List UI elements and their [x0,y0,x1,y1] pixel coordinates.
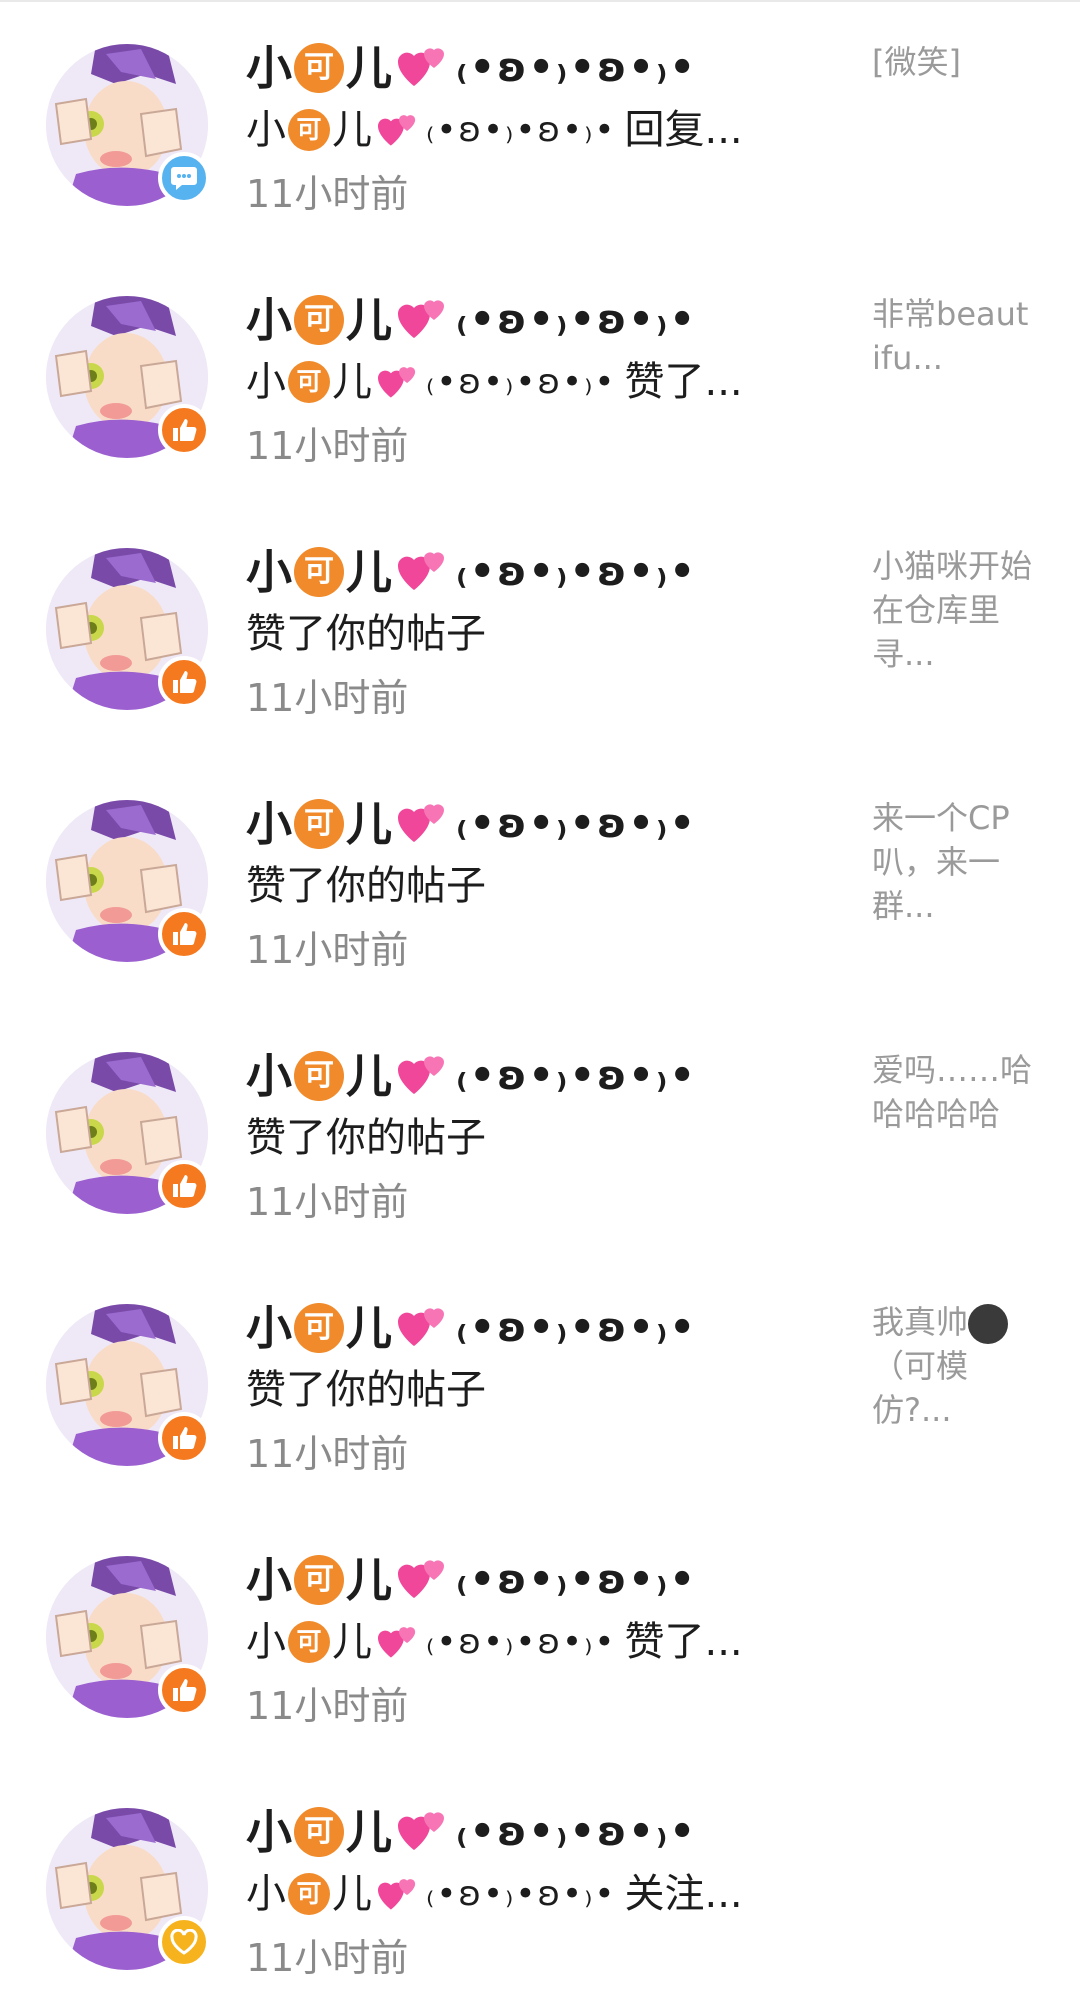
notification-item[interactable]: 小 可 儿 ₍•ʚ•₎•ʚ•₎• 赞了你的帖子 11小时前 我真帅（可模仿?..… [0,1260,1080,1512]
user-name[interactable]: 小 可 儿 ₍•ʚ•₎•ʚ•₎• [246,1044,836,1108]
avatar[interactable] [46,44,210,206]
user-name[interactable]: 小 可 儿 ₍•ʚ•₎•ʚ•₎• [246,1548,836,1612]
heart-emoji [376,109,422,151]
notification-item[interactable]: 小 可 儿 ₍•ʚ•₎•ʚ•₎• 小 可 儿 ₍•ʚ•₎•ʚ•₎• 回复... … [0,0,1080,252]
user-name[interactable]: 小 可 儿 ₍•ʚ•₎•ʚ•₎• [246,1296,836,1360]
notification-item[interactable]: 小 可 儿 ₍•ʚ•₎•ʚ•₎• 赞了你的帖子 11小时前 爱吗……哈哈哈哈哈 [0,1008,1080,1260]
heart-emoji [396,1806,452,1858]
name-badge: 可 [294,295,344,345]
notification-item[interactable]: 小 可 儿 ₍•ʚ•₎•ʚ•₎• 小 可 儿 ₍•ʚ•₎•ʚ•₎• 关注... … [0,1764,1080,2016]
avatar[interactable] [46,296,210,458]
avatar[interactable] [46,1556,210,1718]
heart-emoji [396,798,452,850]
name-badge: 可 [294,1555,344,1605]
heart-emoji [396,42,452,94]
heart-emoji [396,1050,452,1102]
notification-text: 赞了你的帖子 [246,863,486,909]
name-badge: 可 [294,547,344,597]
notification-text: 赞了你的帖子 [246,1115,486,1161]
notification-text: 小 可 儿 ₍•ʚ•₎•ʚ•₎• 赞了... [246,1619,743,1665]
post-preview[interactable]: 来一个CP叭，来一群... [872,796,1032,928]
name-badge: 可 [294,43,344,93]
name-badge: 可 [288,1621,330,1663]
user-name[interactable]: 小 可 儿 ₍•ʚ•₎•ʚ•₎• [246,792,836,856]
timestamp: 11小时前 [246,1432,409,1476]
post-preview[interactable]: [微笑] [872,40,1032,84]
notification-text: 赞了你的帖子 [246,611,486,657]
post-preview[interactable]: 爱吗……哈哈哈哈哈 [872,1048,1032,1136]
post-preview[interactable]: 小猫咪开始在仓库里寻... [872,544,1032,676]
thumbs-up-icon [158,656,210,708]
avatar[interactable] [46,1052,210,1214]
timestamp: 11小时前 [246,1936,409,1980]
notification-item[interactable]: 小 可 儿 ₍•ʚ•₎•ʚ•₎• 小 可 儿 ₍•ʚ•₎•ʚ•₎• 赞了... … [0,252,1080,504]
name-badge: 可 [294,1303,344,1353]
name-badge: 可 [294,1051,344,1101]
timestamp: 11小时前 [246,676,409,720]
timestamp: 11小时前 [246,1180,409,1224]
heart-emoji [396,1554,452,1606]
notification-item[interactable]: 小 可 儿 ₍•ʚ•₎•ʚ•₎• 小 可 儿 ₍•ʚ•₎•ʚ•₎• 赞了... … [0,1512,1080,1764]
thumbs-up-icon [158,404,210,456]
notification-item[interactable]: 小 可 儿 ₍•ʚ•₎•ʚ•₎• 赞了你的帖子 11小时前 小猫咪开始在仓库里寻… [0,504,1080,756]
avatar[interactable] [46,1304,210,1466]
thumbs-up-icon [158,1160,210,1212]
heart-emoji [376,1873,422,1915]
user-name[interactable]: 小 可 儿 ₍•ʚ•₎•ʚ•₎• [246,36,836,100]
thumbs-up-icon [158,1664,210,1716]
avatar[interactable] [46,548,210,710]
user-name[interactable]: 小 可 儿 ₍•ʚ•₎•ʚ•₎• [246,1800,836,1864]
heart-emoji [396,1302,452,1354]
heart-icon [158,1916,210,1968]
dark-smile-emoji [968,1304,1009,1344]
post-preview[interactable]: 非常beautifu... [872,292,1032,380]
heart-emoji [376,1621,422,1663]
notification-item[interactable]: 小 可 儿 ₍•ʚ•₎•ʚ•₎• 赞了你的帖子 11小时前 来一个CP叭，来一群… [0,756,1080,1008]
user-name[interactable]: 小 可 儿 ₍•ʚ•₎•ʚ•₎• [246,540,836,604]
timestamp: 11小时前 [246,424,409,468]
thumbs-up-icon [158,1412,210,1464]
name-badge: 可 [294,1807,344,1857]
notification-list: 小 可 儿 ₍•ʚ•₎•ʚ•₎• 小 可 儿 ₍•ʚ•₎•ʚ•₎• 回复... … [0,0,1080,2016]
avatar[interactable] [46,1808,210,1970]
heart-emoji [396,546,452,598]
notification-text: 小 可 儿 ₍•ʚ•₎•ʚ•₎• 回复... [246,107,743,153]
timestamp: 11小时前 [246,1684,409,1728]
heart-emoji [396,294,452,346]
name-badge: 可 [288,1873,330,1915]
comment-icon [158,152,210,204]
timestamp: 11小时前 [246,172,409,216]
thumbs-up-icon [158,908,210,960]
name-badge: 可 [288,361,330,403]
user-name[interactable]: 小 可 儿 ₍•ʚ•₎•ʚ•₎• [246,288,836,352]
heart-emoji [376,361,422,403]
notification-text: 小 可 儿 ₍•ʚ•₎•ʚ•₎• 关注... [246,1871,743,1917]
post-preview[interactable]: 我真帅（可模仿?... [872,1300,1032,1432]
avatar[interactable] [46,800,210,962]
timestamp: 11小时前 [246,928,409,972]
notification-text: 小 可 儿 ₍•ʚ•₎•ʚ•₎• 赞了... [246,359,743,405]
name-badge: 可 [294,799,344,849]
notification-text: 赞了你的帖子 [246,1367,486,1413]
name-badge: 可 [288,109,330,151]
